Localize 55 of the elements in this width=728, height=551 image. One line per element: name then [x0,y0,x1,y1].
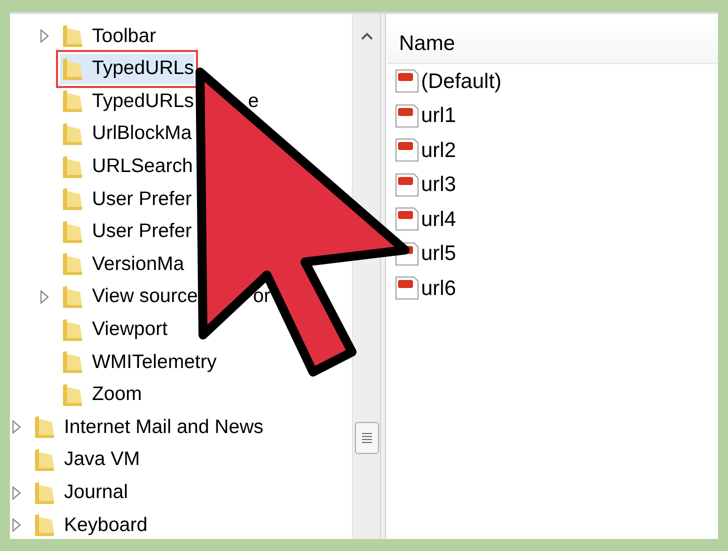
folder-icon [60,56,84,81]
scrollbar[interactable] [352,14,380,539]
expand-icon[interactable] [12,486,22,500]
value-name[interactable]: (Default) [421,66,502,97]
tree-item[interactable]: VersionMa [60,250,184,280]
string-value-icon [394,102,420,129]
tree-item[interactable]: Zoom [60,380,142,410]
tree-item-text: or [253,284,270,310]
string-value-icon [394,68,420,94]
folder-icon [60,285,84,310]
tree-item[interactable]: Internet Mail and News [32,412,264,442]
tree-item[interactable]: Journal [32,478,128,508]
string-value-icon [394,275,420,302]
value-name[interactable]: url6 [421,272,456,304]
expand-icon[interactable] [40,29,50,44]
expand-icon[interactable] [12,518,22,532]
folder-icon [32,480,56,505]
value-name[interactable]: url1 [421,100,456,132]
value-name[interactable]: url5 [421,238,456,270]
tree-item[interactable]: TypedURLs [60,54,194,84]
tree-item[interactable]: URLSearch [60,152,193,182]
folder-icon [32,415,56,440]
folder-icon [60,220,84,244]
scroll-thumb[interactable] [354,422,378,454]
string-value-icon [394,137,420,164]
string-value-icon [394,172,420,198]
value-name[interactable]: url2 [421,134,456,166]
folder-icon [60,187,84,212]
scroll-up-icon[interactable] [360,32,372,40]
tree-item-text: e [248,88,259,114]
value-name[interactable]: url3 [421,169,456,200]
folder-icon [60,24,84,48]
expand-icon[interactable] [40,290,50,304]
value-name[interactable]: url4 [421,204,456,235]
folder-icon [60,382,84,407]
tree-item[interactable]: Toolbar [60,22,156,51]
tree-item[interactable]: Java VM [32,445,140,475]
expand-icon[interactable] [12,420,22,434]
folder-icon [32,513,56,538]
tree-item[interactable]: WMITelemetry [60,348,217,377]
folder-icon [60,318,84,342]
tree-item[interactable]: Keyboard [32,510,148,540]
string-value-icon [394,206,420,232]
folder-icon [60,350,84,374]
folder-icon [60,252,84,276]
tree-item[interactable]: User Prefer [60,184,192,214]
folder-icon [32,448,56,472]
tree-item[interactable]: View source [60,282,198,312]
folder-icon [60,154,84,179]
folder-icon [60,89,84,114]
tree-item[interactable]: User Prefer [60,217,192,246]
tree-item[interactable]: Viewport [60,315,168,344]
folder-icon [60,122,84,146]
tree-item[interactable]: UrlBlockMa [60,119,192,149]
tree-item[interactable]: TypedURLs [60,86,194,116]
